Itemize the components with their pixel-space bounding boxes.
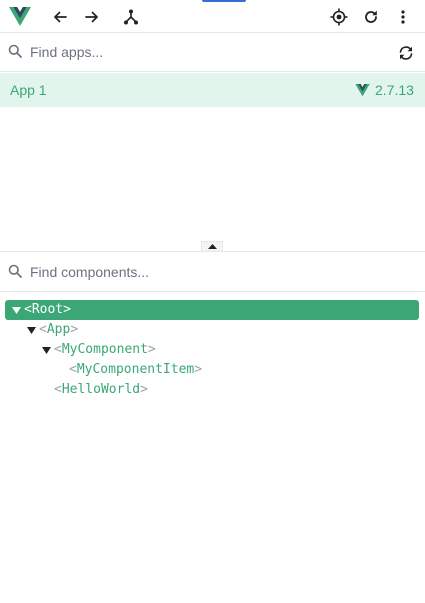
vue-logo-icon[interactable] — [8, 5, 32, 29]
component-tree-icon[interactable] — [119, 5, 143, 29]
chevron-up-icon — [207, 244, 217, 249]
tag-name: HelloWorld — [61, 382, 141, 397]
active-tab-indicator — [202, 0, 246, 2]
tag-open-bracket: < — [54, 342, 62, 357]
tag-name: Root — [31, 302, 64, 317]
split-resize-handle[interactable] — [201, 241, 223, 251]
caret-down-icon[interactable] — [41, 340, 51, 360]
app-version: 2.7.13 — [375, 82, 414, 98]
tag-open-bracket: < — [24, 302, 32, 317]
app-name: App 1 — [10, 82, 47, 98]
tag-name: App — [46, 322, 71, 337]
caret-down-icon[interactable] — [26, 320, 36, 340]
tag-name: MyComponentItem — [76, 362, 195, 377]
search-icon — [8, 44, 22, 58]
search-icon — [8, 264, 22, 278]
components-search-bar — [0, 252, 425, 292]
tree-node-label: <MyComponentItem> — [69, 360, 202, 380]
arrow-left-icon[interactable] — [48, 5, 72, 29]
vue-logo-icon — [355, 84, 370, 102]
refresh-icon[interactable] — [359, 5, 383, 29]
caret-down-icon[interactable] — [11, 300, 21, 320]
app-list-item[interactable]: App 1 2.7.13 — [0, 73, 425, 107]
crosshair-target-icon[interactable] — [327, 5, 351, 29]
tree-node-label: <App> — [39, 320, 78, 340]
tag-open-bracket: < — [69, 362, 77, 377]
apps-search-input[interactable] — [30, 39, 380, 65]
tag-open-bracket: < — [54, 382, 62, 397]
devtools-toolbar — [0, 0, 425, 33]
tree-node-app[interactable]: <App> — [0, 320, 425, 340]
tree-node-mycomponentitem[interactable]: <MyComponentItem> — [0, 360, 425, 380]
more-vertical-icon[interactable] — [391, 5, 415, 29]
tag-close-bracket: > — [194, 362, 203, 377]
tag-close-bracket: > — [140, 382, 148, 397]
apps-search-bar — [0, 33, 425, 72]
tree-node-label: <HelloWorld> — [54, 380, 148, 400]
tag-open-bracket: < — [39, 322, 47, 337]
tree-node-mycomponent[interactable]: <MyComponent> — [0, 340, 425, 360]
tree-node-root[interactable]: <Root> — [5, 300, 419, 320]
tag-name: MyComponent — [61, 342, 148, 357]
sync-icon[interactable] — [397, 44, 415, 62]
tree-node-label: <Root> — [24, 300, 71, 320]
tree-node-label: <MyComponent> — [54, 340, 156, 360]
tag-close-bracket: > — [63, 302, 71, 317]
arrow-right-icon[interactable] — [80, 5, 104, 29]
tree-node-helloworld[interactable]: <HelloWorld> — [0, 380, 425, 400]
components-search-input[interactable] — [30, 259, 410, 285]
tag-close-bracket: > — [147, 342, 156, 357]
tag-close-bracket: > — [70, 322, 79, 337]
